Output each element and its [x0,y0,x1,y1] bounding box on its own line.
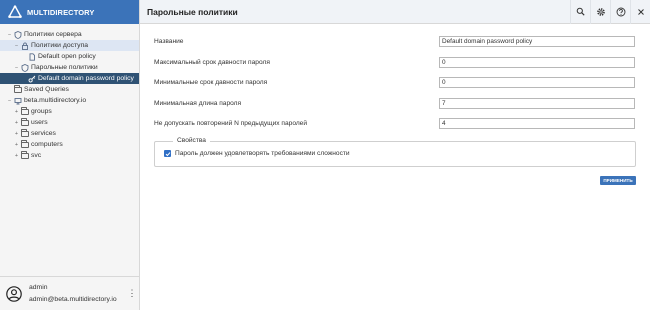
tree-item-password-policies[interactable]: − Парольные политики [0,62,139,73]
tree-item-saved-queries[interactable]: Saved Queries [0,84,139,95]
apply-button[interactable]: ПРИМЕНИТЬ [600,176,636,185]
tree-item-label: Default domain password policy [38,75,134,82]
collapse-icon[interactable]: − [6,98,13,104]
avatar-icon [6,285,22,302]
user-panel: admin admin@beta.multidirectory.io ⋮ [0,276,140,310]
tree-item-label: services [31,130,56,137]
tree-item-computers[interactable]: + computers [0,139,139,150]
field-label: Минимальные срок давности пароля [154,79,268,86]
brand-name: MULTIDIRECTORY [27,7,95,17]
form-row-history: Не допускать повторений N предыдущих пар… [154,118,636,139]
tree-item-users[interactable]: + users [0,117,139,128]
check-icon [165,151,170,156]
folder-icon [20,150,29,160]
tree-item-label: Парольные политики [31,64,98,71]
tree-item-label: beta.multidirectory.io [24,97,87,104]
collapse-icon[interactable]: − [6,32,13,38]
tree-item-label: computers [31,141,63,148]
domain-icon [13,96,22,105]
form-row-min-age: Минимальные срок давности пароля [154,77,636,98]
policy-icon [13,30,22,39]
tree-item-services[interactable]: + services [0,128,139,139]
tree-item-label: svc [31,152,42,159]
password-policy-form: Название Максимальный срок давности паро… [154,36,636,139]
tree-item-label: users [31,119,48,126]
field-label: Название [154,38,184,45]
tree-item-label: Default open policy [38,53,96,60]
navigation-tree: − Политики сервера − Политики доступа De… [0,24,139,161]
tree-item-groups[interactable]: + groups [0,106,139,117]
lock-icon [20,41,29,50]
search-icon [576,7,585,16]
help-icon [616,7,625,16]
complexity-checkbox[interactable] [164,150,171,157]
tree-item-default-domain-password-policy[interactable]: Default domain password policy [0,73,139,84]
help-button[interactable] [610,0,630,24]
complexity-label: Пароль должен удовлетворять требованиями… [175,150,350,157]
settings-button[interactable] [590,0,610,24]
tree-item-label: Политики сервера [24,31,82,38]
form-row-min-length: Минимальная длина пароля [154,97,636,119]
folder-icon [20,139,29,149]
folder-icon [13,84,22,94]
page-title: Парольные политики [147,6,238,17]
close-button[interactable] [630,0,650,24]
expand-icon[interactable]: + [13,120,20,126]
brand-bar: MULTIDIRECTORY [0,0,139,24]
user-info: admin admin@beta.multidirectory.io [29,282,127,306]
tree-item-domain-root[interactable]: − beta.multidirectory.io [0,95,139,106]
field-label: Не допускать повторений N предыдущих пар… [154,120,308,127]
search-button[interactable] [570,0,590,24]
sidebar: MULTIDIRECTORY − Политики сервера − Поли… [0,0,140,310]
field-label: Минимальная длина пароля [154,99,242,107]
tree-item-label: groups [31,108,52,115]
tree-item-svc[interactable]: + svc [0,150,139,161]
close-icon [637,8,644,15]
multidirectory-logo-icon [8,5,22,18]
expand-icon[interactable]: + [13,109,20,115]
min-password-age-input[interactable] [439,77,635,88]
min-password-length-input[interactable] [439,97,635,109]
user-menu-button[interactable]: ⋮ [127,288,137,299]
user-email: admin@beta.multidirectory.io [29,295,117,303]
expand-icon[interactable]: + [13,153,20,159]
properties-legend: Свойства [173,137,210,144]
properties-group: Свойства Пароль должен удовлетворять тре… [154,137,636,167]
password-history-input[interactable] [439,118,635,129]
user-name: admin [29,283,48,291]
expand-icon[interactable]: + [13,131,20,137]
form-row-name: Название [154,36,636,57]
folder-icon [20,117,29,127]
tree-item-label: Saved Queries [24,86,69,93]
main-panel: Парольные политики Название Максимальный… [140,0,650,310]
header-bar: Парольные политики [140,0,650,24]
form-row-max-age: Максимальный срок давности пароля [154,56,636,78]
collapse-icon[interactable]: − [13,43,20,49]
collapse-icon[interactable]: − [13,65,20,71]
folder-icon [20,106,29,116]
tree-item-label: Политики доступа [31,42,89,49]
field-label: Максимальный срок давности пароля [154,58,270,66]
tree-item-default-open-policy[interactable]: Default open policy [0,51,139,62]
document-icon [27,52,36,61]
expand-icon[interactable]: + [13,142,20,148]
complexity-checkbox-row[interactable]: Пароль должен удовлетворять требованиями… [164,150,350,157]
key-icon [27,74,36,83]
policy-icon [20,63,29,72]
max-password-age-input[interactable] [439,56,635,68]
tree-item-server-policies[interactable]: − Политики сервера [0,29,139,40]
folder-icon [20,128,29,138]
tree-item-access-policies[interactable]: − Политики доступа [0,40,139,51]
gear-icon [596,7,605,16]
policy-name-input[interactable] [439,36,635,47]
